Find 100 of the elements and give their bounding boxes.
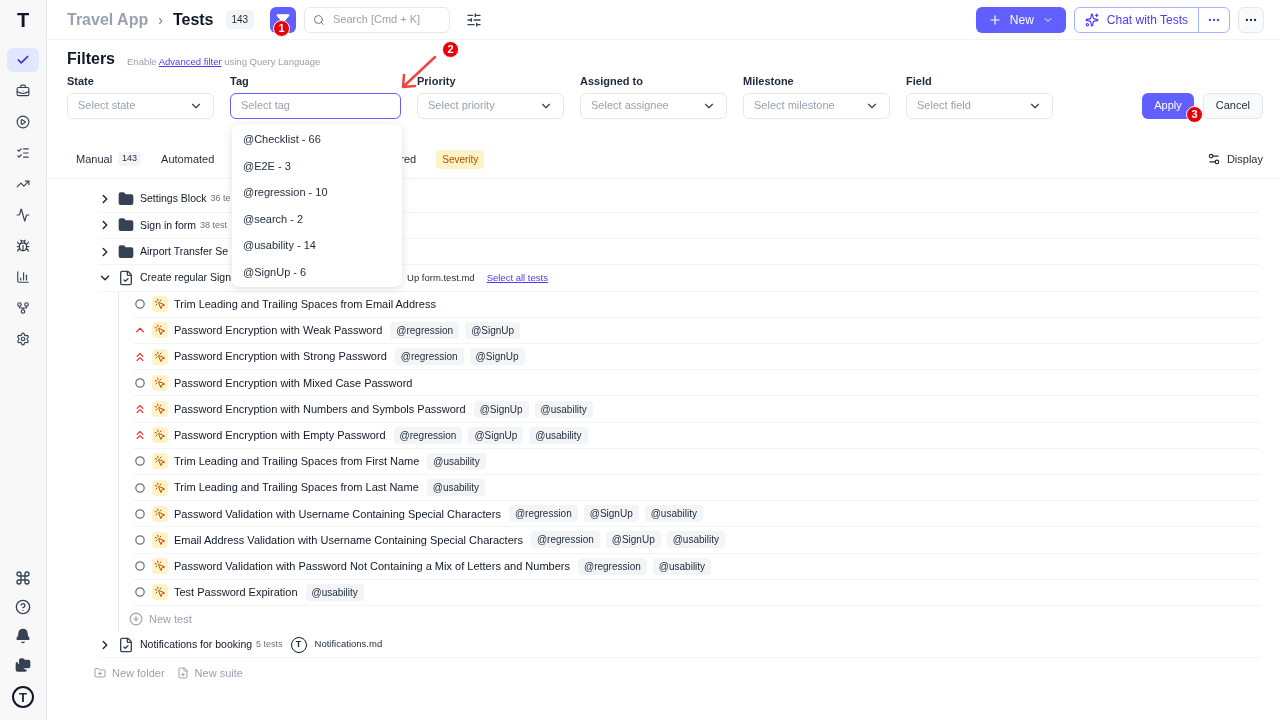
test-name[interactable]: Password Validation with Password Not Containing a Mix of Letters and Numbers: [174, 557, 570, 575]
tag-chip: @SignUp: [583, 505, 639, 523]
severity-badge[interactable]: Severity: [436, 149, 485, 169]
folder-icon: [118, 243, 134, 260]
test-name[interactable]: Trim Leading and Trailing Spaces from Last Name: [174, 479, 419, 496]
tag-option[interactable]: @E2E - 3: [232, 152, 402, 179]
filter-label: Tag: [230, 74, 250, 89]
tag-chip: @usability: [529, 426, 588, 444]
test-count: 36 te: [210, 192, 231, 206]
cancel-button[interactable]: Cancel: [1202, 92, 1263, 119]
chart-icon: [16, 270, 30, 284]
filter-label: Field: [906, 74, 933, 89]
test-count: 38 test: [200, 218, 228, 232]
folder-icon: [118, 217, 134, 234]
test-count: 5 tests: [256, 637, 283, 651]
tree-item-name[interactable]: Sign in form: [140, 217, 197, 234]
advanced-filter-link[interactable]: Advanced filter: [158, 55, 222, 67]
tag-chip: @usability: [644, 505, 703, 523]
tag-option[interactable]: @usability - 14: [232, 232, 402, 259]
logo: T: [16, 10, 30, 30]
test-name[interactable]: Test Password Expiration: [174, 584, 298, 601]
page-title: Tests: [172, 9, 214, 30]
check-icon: [16, 53, 30, 67]
tree-item-name[interactable]: Settings Block: [140, 191, 207, 207]
tag-chip: @usability: [427, 452, 486, 470]
test-name[interactable]: Trim Leading and Trailing Spaces from Email Address: [174, 296, 436, 313]
tree-item-name[interactable]: Airport Transfer Se: [140, 243, 229, 260]
manual-test-icon: [152, 401, 168, 418]
file-name: Up form.test.md: [407, 270, 475, 285]
tag-chip: @SignUp: [465, 321, 521, 339]
tag-chip: @regression: [578, 557, 647, 575]
file-icon: [118, 636, 134, 653]
tag-chip: @regression: [508, 505, 578, 523]
command-icon[interactable]: [15, 570, 31, 586]
settings-sliders-icon[interactable]: [466, 11, 483, 28]
tag-option[interactable]: @search - 2: [232, 205, 402, 232]
tag-chip: @usability: [534, 400, 593, 418]
search-field[interactable]: Search [Cmd + K]: [304, 6, 451, 33]
tab[interactable]: Automated: [161, 150, 215, 168]
tag-chip: @regression: [393, 426, 463, 444]
new-button[interactable]: New: [975, 6, 1066, 33]
display-button[interactable]: Display: [1206, 150, 1263, 168]
tag-chip: @usability: [666, 531, 725, 549]
count-badge: 143: [225, 10, 255, 29]
tag-chip: @SignUp: [605, 531, 661, 549]
folders-icon[interactable]: [15, 657, 31, 673]
tag-chip: @usability: [305, 583, 364, 601]
filter-label: Milestone: [743, 74, 795, 89]
annotation-badge: 3: [1186, 106, 1203, 123]
tree-item-name[interactable]: Notifications for booking: [140, 636, 253, 653]
filter-label: Priority: [417, 74, 457, 89]
filters-title: Filters: [67, 49, 115, 69]
file-icon: [118, 270, 134, 287]
add-icon: [129, 611, 143, 626]
tag-chip: @usability: [652, 557, 712, 575]
tag-chip: @usability: [426, 479, 486, 497]
settings-icon: [16, 332, 30, 346]
test-name[interactable]: Email Address Validation with Username Containing Special Characters: [174, 531, 523, 549]
advanced-filter-hint: Enable Advanced filter using Query Language: [127, 54, 321, 69]
test-name[interactable]: Password Encryption with Empty Password: [174, 426, 386, 444]
bell-icon[interactable]: [15, 628, 31, 644]
test-name[interactable]: Password Validation with Username Containing Special Characters: [174, 505, 501, 523]
manual-test-icon: [152, 348, 168, 365]
checklist-icon: [16, 146, 30, 160]
file-name: Notifications.md: [314, 637, 383, 652]
tag-chip: @regression: [390, 321, 460, 339]
manual-test-icon: [152, 296, 168, 313]
tab[interactable]: Manual 143: [76, 150, 142, 168]
chat-button[interactable]: Chat with Tests: [1074, 7, 1198, 32]
tag-chip: @SignUp: [468, 426, 524, 444]
filter-label: State: [67, 74, 95, 89]
avatar[interactable]: T: [12, 686, 34, 708]
tag-option[interactable]: @Checklist - 66: [232, 126, 402, 153]
nav-item[interactable]: [7, 48, 39, 72]
search-icon: [313, 12, 325, 27]
manual-test-icon: [152, 374, 168, 391]
manual-test-icon: [152, 453, 168, 470]
test-name[interactable]: Password Encryption with Numbers and Symbols Password: [174, 400, 466, 418]
plus-icon: [987, 12, 1002, 27]
test-name[interactable]: Password Encryption with Strong Password: [174, 348, 387, 365]
tag-option[interactable]: @SignUp - 6: [232, 258, 402, 285]
tag-chip: @SignUp: [469, 348, 525, 366]
select-all-link[interactable]: Select all tests: [486, 270, 548, 286]
test-name[interactable]: Trim Leading and Trailing Spaces from First Name: [174, 453, 420, 470]
tree-item-name[interactable]: Create regular Sign: [140, 270, 232, 286]
manual-test-icon: [152, 322, 168, 339]
filter-label: Assigned to: [580, 74, 644, 89]
test-name[interactable]: Password Encryption with Mixed Case Password: [174, 374, 413, 392]
annotation-badge: 2: [442, 41, 459, 58]
bug-icon: [16, 239, 30, 253]
tag-option[interactable]: @regression - 10: [232, 179, 402, 206]
tag-chip: @SignUp: [473, 400, 529, 418]
pulse-icon: [16, 208, 30, 222]
test-name[interactable]: Password Encryption with Weak Password: [174, 322, 383, 339]
help-icon[interactable]: [15, 599, 31, 615]
sparkle-icon: [1084, 12, 1099, 27]
search-input[interactable]: Search [Cmd + K]: [333, 11, 442, 28]
tag-chip: @regression: [530, 531, 600, 549]
breadcrumb-separator: ›: [158, 10, 163, 30]
manual-test-icon: [152, 531, 168, 548]
